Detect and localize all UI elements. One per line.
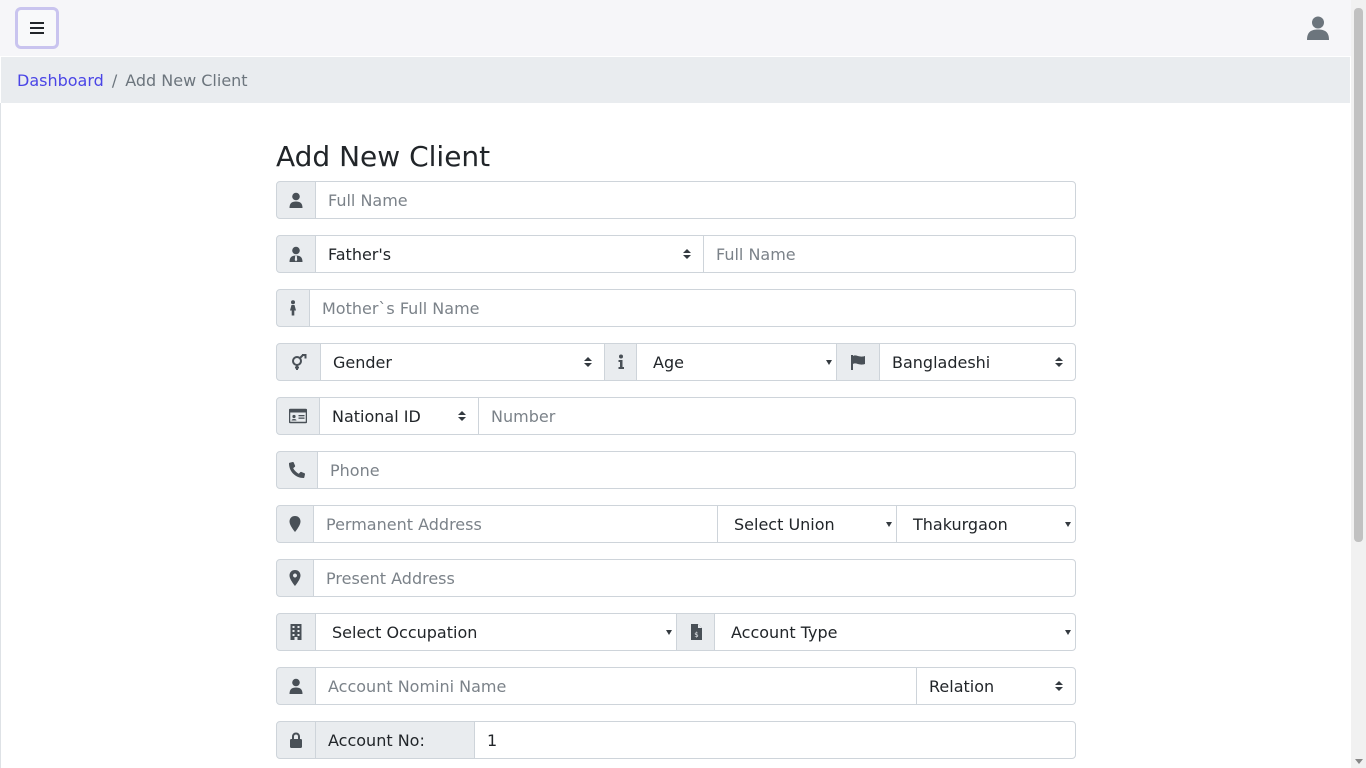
page-title: Add New Client bbox=[276, 140, 491, 173]
user-icon bbox=[289, 192, 303, 208]
id-card-icon bbox=[289, 408, 307, 424]
occupation-select[interactable]: Select Occupation bbox=[315, 613, 677, 651]
union-select[interactable]: Select Union bbox=[717, 505, 897, 543]
relation-value: Relation bbox=[929, 676, 995, 696]
full-name-input[interactable]: Full Name bbox=[315, 181, 1076, 219]
district-select[interactable]: Thakurgaon bbox=[896, 505, 1076, 543]
relation-select[interactable]: Relation bbox=[916, 667, 1076, 705]
nominee-group: Account Nomini Name Relation bbox=[276, 667, 1076, 705]
id-type-value: National ID bbox=[332, 406, 421, 426]
user-icon-addon bbox=[276, 181, 316, 219]
phone-group: Phone bbox=[276, 451, 1076, 489]
chevron-down-icon bbox=[1065, 521, 1071, 527]
age-select[interactable]: Age bbox=[636, 343, 837, 381]
gender-icon bbox=[291, 354, 306, 370]
sidebar-toggle-button[interactable] bbox=[15, 7, 59, 49]
top-navbar bbox=[0, 0, 1351, 56]
location-icon-addon bbox=[276, 559, 314, 597]
breadcrumb-current: Add New Client bbox=[125, 70, 248, 90]
info-icon-addon bbox=[604, 343, 637, 381]
guardian-type-value: Father's bbox=[328, 244, 392, 264]
map-marker-icon-addon bbox=[276, 505, 314, 543]
flag-icon-addon bbox=[836, 343, 880, 381]
location-icon bbox=[289, 570, 301, 586]
scrollbar-thumb[interactable] bbox=[1354, 8, 1363, 542]
district-value: Thakurgaon bbox=[913, 514, 1008, 534]
account-type-select[interactable]: Account Type bbox=[714, 613, 1076, 651]
permanent-address-group: Permanent Address Select Union Thakurgao… bbox=[276, 505, 1076, 543]
female-icon-addon bbox=[276, 289, 310, 327]
svg-text:$: $ bbox=[694, 631, 698, 639]
lock-icon bbox=[290, 732, 302, 748]
user-icon bbox=[289, 678, 303, 694]
breadcrumb-dashboard-link[interactable]: Dashboard bbox=[17, 71, 104, 90]
user-icon[interactable] bbox=[1307, 16, 1329, 40]
age-value: Age bbox=[653, 352, 684, 372]
chevron-down-icon bbox=[826, 359, 832, 365]
nationality-value: Bangladeshi bbox=[892, 352, 991, 372]
chevron-down-icon bbox=[666, 629, 672, 635]
account-no-input[interactable]: 1 bbox=[474, 721, 1076, 759]
full-name-group: Full Name bbox=[276, 181, 1076, 219]
account-no-label: Account No: bbox=[315, 721, 475, 759]
permanent-address-input[interactable]: Permanent Address bbox=[313, 505, 718, 543]
mother-name-group: Mother`s Full Name bbox=[276, 289, 1076, 327]
select-arrows-icon bbox=[1055, 681, 1063, 691]
national-id-group: National ID Number bbox=[276, 397, 1076, 435]
union-value: Select Union bbox=[734, 514, 835, 534]
breadcrumb-separator: / bbox=[111, 70, 118, 90]
user-tie-icon-addon bbox=[276, 235, 316, 273]
select-arrows-icon bbox=[1055, 357, 1063, 367]
building-icon-addon bbox=[276, 613, 316, 651]
phone-input[interactable]: Phone bbox=[317, 451, 1076, 489]
guardian-name-input[interactable]: Full Name bbox=[703, 235, 1076, 273]
mother-name-input[interactable]: Mother`s Full Name bbox=[309, 289, 1076, 327]
flag-icon bbox=[851, 355, 865, 370]
lock-icon-addon bbox=[276, 721, 316, 759]
present-address-input[interactable]: Present Address bbox=[313, 559, 1076, 597]
user-icon-addon bbox=[276, 667, 316, 705]
vertical-scrollbar[interactable] bbox=[1351, 0, 1366, 768]
select-arrows-icon bbox=[458, 411, 466, 421]
phone-icon bbox=[289, 462, 305, 478]
map-marker-icon bbox=[289, 516, 301, 532]
hamburger-icon bbox=[30, 22, 44, 34]
id-number-input[interactable]: Number bbox=[478, 397, 1076, 435]
present-address-group: Present Address bbox=[276, 559, 1076, 597]
info-icon bbox=[618, 354, 624, 369]
account-type-value: Account Type bbox=[731, 622, 838, 642]
occupation-account-type-group: Select Occupation $ Account Type bbox=[276, 613, 1076, 651]
invoice-icon-addon: $ bbox=[676, 613, 715, 651]
account-no-group: Account No: 1 bbox=[276, 721, 1076, 759]
guardian-group: Father's Full Name bbox=[276, 235, 1076, 273]
scroll-down-arrow-icon[interactable] bbox=[1355, 759, 1363, 764]
id-type-select[interactable]: National ID bbox=[319, 397, 479, 435]
nominee-name-input[interactable]: Account Nomini Name bbox=[315, 667, 917, 705]
gender-value: Gender bbox=[333, 352, 392, 372]
gender-icon-addon bbox=[276, 343, 321, 381]
chevron-down-icon bbox=[886, 521, 892, 527]
file-invoice-icon: $ bbox=[690, 624, 702, 640]
gender-select[interactable]: Gender bbox=[320, 343, 605, 381]
guardian-type-select[interactable]: Father's bbox=[315, 235, 704, 273]
phone-icon-addon bbox=[276, 451, 318, 489]
id-card-icon-addon bbox=[276, 397, 320, 435]
content-border bbox=[0, 103, 1, 768]
female-icon bbox=[290, 300, 296, 316]
select-arrows-icon bbox=[584, 357, 592, 367]
user-tie-icon bbox=[289, 246, 303, 262]
select-arrows-icon bbox=[683, 249, 691, 259]
chevron-down-icon bbox=[1065, 629, 1071, 635]
building-icon bbox=[290, 624, 302, 640]
gender-age-nationality-group: Gender Age Bangladeshi bbox=[276, 343, 1076, 381]
breadcrumb: Dashboard / Add New Client bbox=[1, 57, 1350, 103]
add-client-form: Add New Client Full Name Father's Full N… bbox=[276, 140, 1076, 768]
nationality-select[interactable]: Bangladeshi bbox=[879, 343, 1076, 381]
occupation-value: Select Occupation bbox=[332, 622, 478, 642]
